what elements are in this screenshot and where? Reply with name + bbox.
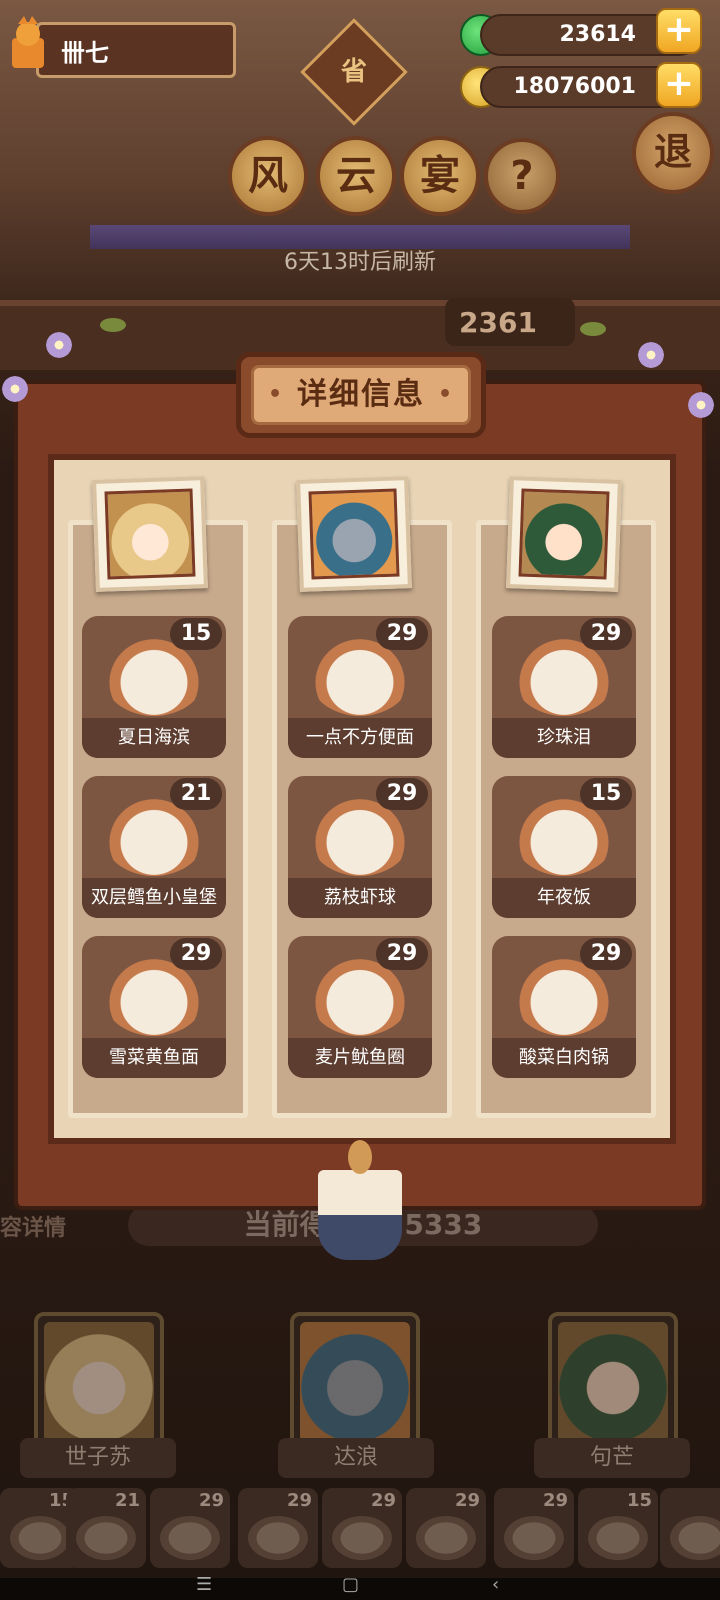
mini-dish[interactable]: 29 — [322, 1488, 402, 1568]
system-navbar: ☰ ▢ ‹ — [0, 1574, 720, 1600]
dish-count: 21 — [170, 778, 222, 810]
flower-decoration — [636, 340, 666, 370]
dish-icon — [76, 1516, 136, 1560]
dish-name: 雪菜黄鱼面 — [82, 1038, 226, 1078]
home-nav-icon[interactable]: ▢ — [342, 1574, 359, 1595]
dish-card[interactable]: 29 雪菜黄鱼面 — [82, 936, 226, 1078]
character-portrait — [300, 1322, 410, 1442]
dish-card[interactable]: 15 夏日海滨 — [82, 616, 226, 758]
flower-decoration — [44, 330, 74, 360]
dish-card[interactable]: 29 麦片鱿鱼圈 — [288, 936, 432, 1078]
refresh-timer: 6天13时后刷新 — [284, 250, 436, 275]
coin-amount: 18076001 — [513, 74, 636, 99]
dish-count: 29 — [376, 618, 428, 650]
dish-card[interactable]: 15 年夜饭 — [492, 776, 636, 918]
mini-dish[interactable]: 29 — [494, 1488, 574, 1568]
dish-card[interactable]: 29 珍珠泪 — [492, 616, 636, 758]
dish-card[interactable]: 29 荔枝虾球 — [288, 776, 432, 918]
help-button[interactable]: ? — [484, 138, 560, 214]
player-avatar-icon[interactable] — [4, 16, 52, 76]
flower-decoration — [686, 390, 716, 420]
jade-amount: 23614 — [559, 22, 636, 47]
back-nav-icon[interactable]: ‹ — [492, 1574, 499, 1595]
mini-dish[interactable]: 15 — [578, 1488, 658, 1568]
chef-avatar — [308, 488, 400, 580]
dish-icon — [670, 1516, 720, 1560]
dish-card[interactable]: 21 双层鳕鱼小皇堡 — [82, 776, 226, 918]
close-tassel-icon[interactable] — [318, 1140, 402, 1260]
dish-count: 29 — [376, 778, 428, 810]
exit-button[interactable]: 退 — [632, 112, 714, 194]
dish-count: 29 — [580, 618, 632, 650]
event-title-char-2: 云 — [316, 136, 396, 216]
dish-count: 15 — [170, 618, 222, 650]
character-name-1: 世子苏 — [20, 1438, 176, 1478]
leaf-decoration — [100, 318, 126, 332]
dish-icon — [416, 1516, 476, 1560]
character-portrait — [44, 1322, 154, 1442]
mini-dish-count: 29 — [370, 1490, 396, 1511]
dish-count: 29 — [580, 938, 632, 970]
dish-name: 酸菜白肉锅 — [492, 1038, 636, 1078]
chef-avatar — [518, 488, 610, 580]
dish-icon — [504, 1516, 564, 1560]
panel-title: 详细信息 — [251, 365, 471, 425]
mini-dish-count: 15 — [626, 1490, 652, 1511]
dish-name: 双层鳕鱼小皇堡 — [82, 878, 226, 918]
dish-name: 一点不方便面 — [288, 718, 432, 758]
character-card-2[interactable] — [290, 1312, 420, 1452]
character-card-1[interactable] — [34, 1312, 164, 1452]
details-panel-header: 详细信息 — [236, 352, 486, 438]
dish-card[interactable]: 29 酸菜白肉锅 — [492, 936, 636, 1078]
dish-count: 15 — [580, 778, 632, 810]
mini-dish-count: 29 — [454, 1490, 480, 1511]
mini-dish[interactable]: 29 — [238, 1488, 318, 1568]
dish-tray: 15 21 29 29 29 29 29 15 — [0, 1488, 720, 1578]
mini-dish-count: 29 — [286, 1490, 312, 1511]
add-jade-button[interactable]: + — [656, 8, 702, 54]
mini-dish[interactable]: 29 — [406, 1488, 486, 1568]
dish-card[interactable]: 29 一点不方便面 — [288, 616, 432, 758]
event-title-char-1: 风 — [228, 136, 308, 216]
mini-dish[interactable]: 21 — [66, 1488, 146, 1568]
dish-icon — [332, 1516, 392, 1560]
character-name-3: 句芒 — [534, 1438, 690, 1478]
dish-icon — [248, 1516, 308, 1560]
dish-count: 29 — [376, 938, 428, 970]
score-display-partial: 2361 — [445, 298, 575, 346]
add-coins-button[interactable]: + — [656, 62, 702, 108]
dish-name: 荔枝虾球 — [288, 878, 432, 918]
flower-decoration — [0, 374, 30, 404]
chef-portrait-2 — [296, 476, 412, 592]
character-card-3[interactable] — [548, 1312, 678, 1452]
player-name: 卌七 — [61, 39, 109, 67]
dish-icon — [160, 1516, 220, 1560]
dish-icon — [588, 1516, 648, 1560]
mini-dish[interactable]: 29 — [150, 1488, 230, 1568]
leaf-decoration — [580, 322, 606, 336]
mini-dish-count: 29 — [542, 1490, 568, 1511]
mini-dish[interactable] — [660, 1488, 720, 1568]
dish-name: 麦片鱿鱼圈 — [288, 1038, 432, 1078]
mini-dish-count: 21 — [114, 1490, 140, 1511]
event-title-char-3: 宴 — [400, 136, 480, 216]
dish-name: 年夜饭 — [492, 878, 636, 918]
province-badge-label: 省 — [340, 57, 367, 87]
dish-name: 夏日海滨 — [82, 718, 226, 758]
chef-portrait-3 — [506, 476, 622, 592]
character-name-2: 达浪 — [278, 1438, 434, 1478]
chef-portrait-1 — [92, 476, 208, 592]
player-name-bar[interactable]: 卌七 — [36, 22, 236, 78]
menu-nav-icon[interactable]: ☰ — [196, 1574, 212, 1595]
dish-count: 29 — [170, 938, 222, 970]
character-portrait — [558, 1322, 668, 1442]
dish-name: 珍珠泪 — [492, 718, 636, 758]
mini-dish-count: 29 — [198, 1490, 224, 1511]
chef-avatar — [104, 488, 196, 580]
dish-icon — [10, 1516, 70, 1560]
team-details-label[interactable]: 容详情 — [0, 1210, 66, 1242]
